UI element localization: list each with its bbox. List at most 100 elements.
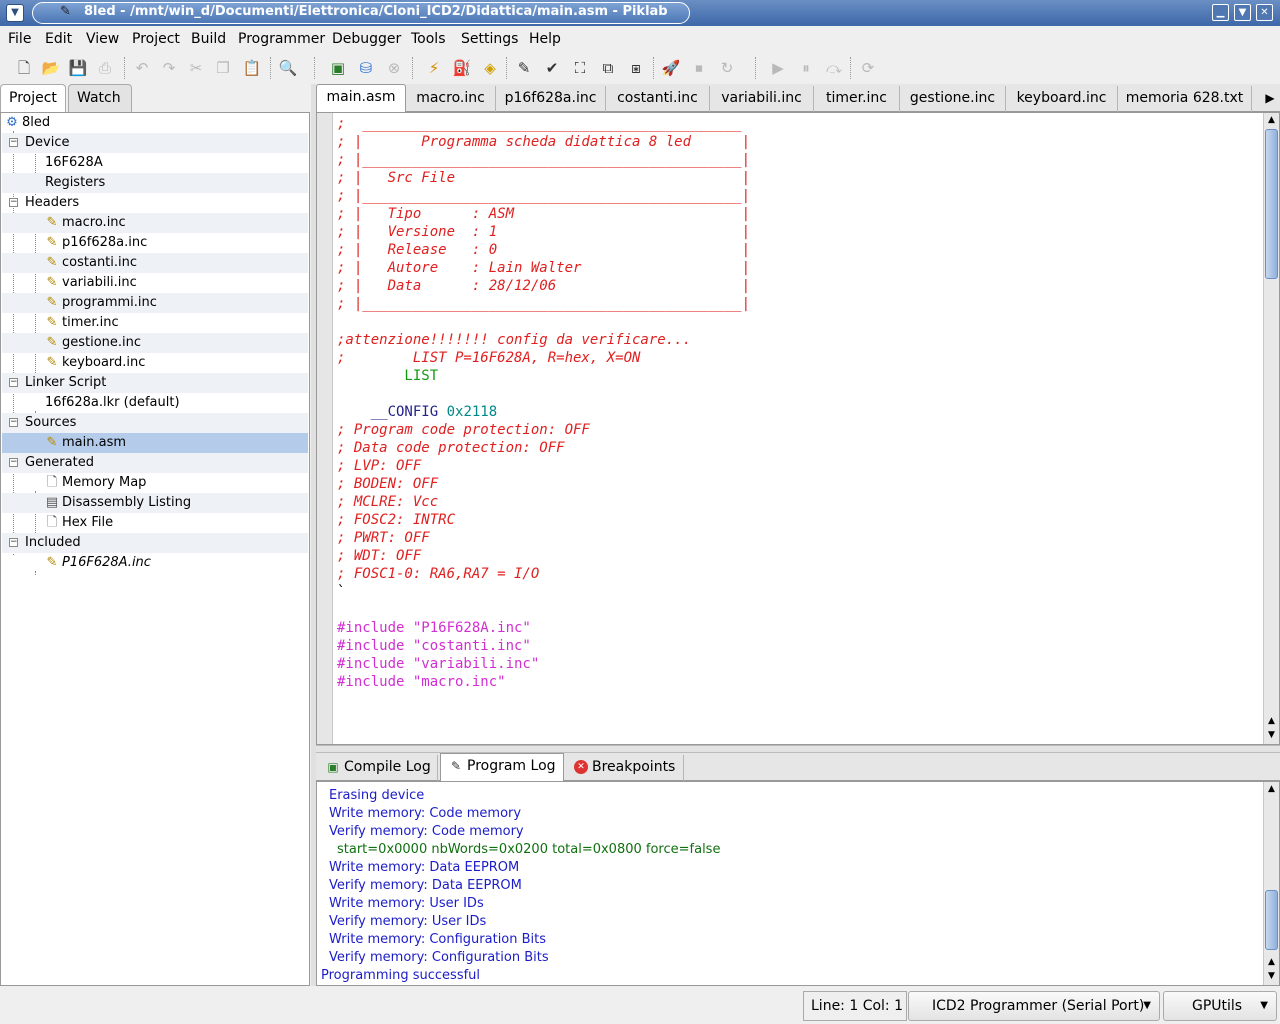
tree-item[interactable]: ✎ timer.inc [2, 313, 308, 333]
program-icon[interactable]: ✎ [512, 56, 536, 80]
menu-build[interactable]: Build [191, 31, 226, 47]
rocket-icon[interactable]: 🚀 [659, 56, 683, 80]
build-file-icon[interactable]: ▣ [326, 56, 350, 80]
cut-icon[interactable]: ✂ [184, 56, 208, 80]
print-icon[interactable]: ⎙ [93, 56, 117, 80]
scroll-down-icon[interactable]: ▼ [1264, 729, 1279, 742]
read-icon[interactable]: ⛶ [568, 56, 592, 80]
tree-item[interactable]: ✎ gestione.inc [2, 333, 308, 353]
scroll-up-icon[interactable]: ▲ [1264, 956, 1279, 969]
programmer-select[interactable]: ICD2 Programmer (Serial Port) ▼ [908, 991, 1160, 1021]
step-icon[interactable]: ⤼ [822, 56, 846, 80]
tree-item[interactable]: ✎ macro.inc [2, 213, 308, 233]
menu-tools[interactable]: Tools [411, 31, 446, 47]
chip-icon[interactable]: ⧉ [596, 56, 620, 80]
minimize-button[interactable]: ▁ [1212, 4, 1229, 21]
menu-edit[interactable]: Edit [45, 31, 72, 47]
tree-item[interactable]: 🗋 Memory Map [2, 473, 308, 493]
editor-scrollbar[interactable]: ▲ ▲ ▼ [1263, 113, 1279, 744]
save-icon[interactable]: 💾 [66, 56, 90, 80]
find-icon[interactable]: 🔍 [276, 56, 300, 80]
tree-item[interactable]: ⚙ 8led [2, 113, 308, 133]
paste-icon[interactable]: 📋 [240, 56, 264, 80]
code-area[interactable]: ; ______________________________________… [337, 115, 1257, 744]
tree-item[interactable]: ✎ p16f628a.inc [2, 233, 308, 253]
tab-project[interactable]: Project [0, 84, 66, 112]
collapse-icon[interactable]: − [9, 538, 18, 547]
tab-macro-inc[interactable]: macro.inc [406, 86, 496, 112]
toolchain-select[interactable]: GPUtils ▼ [1163, 991, 1277, 1021]
erase-icon[interactable]: ⛽ [450, 56, 474, 80]
tab-program-log[interactable]: ✎ Program Log [440, 753, 564, 782]
tree-item[interactable]: ▤ Disassembly Listing [2, 493, 308, 513]
collapse-icon[interactable]: − [9, 458, 18, 467]
log-scroll-thumb[interactable] [1265, 890, 1278, 950]
build-project-icon[interactable]: ⛁ [354, 56, 378, 80]
tab-memoria-628-txt[interactable]: memoria 628.txt [1118, 86, 1252, 112]
code-editor[interactable]: ; ______________________________________… [316, 112, 1280, 745]
menu-help[interactable]: Help [529, 31, 561, 47]
tab-compile-log[interactable]: ▣ Compile Log [318, 755, 438, 781]
run-icon[interactable]: ▶ [766, 56, 790, 80]
scroll-up-icon[interactable]: ▲ [1264, 783, 1279, 796]
menu-debugger[interactable]: Debugger [332, 31, 401, 47]
collapse-icon[interactable]: − [9, 138, 18, 147]
halt-icon[interactable]: ⏹ [687, 56, 711, 80]
undo-icon[interactable]: ↶ [130, 56, 154, 80]
window-menu-button[interactable]: ▼ [6, 4, 24, 22]
maximize-button[interactable]: ▼ [1234, 4, 1251, 21]
redo-icon[interactable]: ↷ [157, 56, 181, 80]
tab-scroll-right-icon[interactable]: ▶ [1262, 88, 1278, 108]
reset-icon[interactable]: ↻ [715, 56, 739, 80]
log-scrollbar[interactable]: ▲ ▲ ▼ [1263, 782, 1279, 985]
connect-icon[interactable]: ⚡ [422, 56, 446, 80]
menu-settings[interactable]: Settings [461, 31, 518, 47]
collapse-icon[interactable]: − [9, 198, 18, 207]
menu-project[interactable]: Project [132, 31, 180, 47]
close-button[interactable]: ✕ [1256, 4, 1273, 21]
tree-item[interactable]: ✎ programmi.inc [2, 293, 308, 313]
tree-item[interactable]: 16f628a.lkr (default) [2, 393, 308, 413]
scroll-up-icon[interactable]: ▲ [1264, 715, 1279, 728]
menu-view[interactable]: View [86, 31, 119, 47]
stop-icon[interactable]: ⊗ [382, 56, 406, 80]
tree-item[interactable]: − Generated [2, 453, 308, 473]
tree-item[interactable]: ✎ P16F628A.inc [2, 553, 308, 573]
horizontal-splitter[interactable] [316, 745, 1280, 753]
tree-item[interactable]: ✎ main.asm [2, 433, 308, 453]
tab-main-asm[interactable]: main.asm [316, 84, 406, 113]
tab-gestione-inc[interactable]: gestione.inc [900, 86, 1006, 112]
copy-icon[interactable]: ❐ [211, 56, 235, 80]
restart-icon[interactable]: ⟳ [856, 56, 880, 80]
menu-file[interactable]: File [8, 31, 31, 47]
pause-icon[interactable]: ⏸ [794, 56, 818, 80]
tree-item[interactable]: − Included [2, 533, 308, 553]
tree-item[interactable]: 16F628A [2, 153, 308, 173]
tree-item[interactable]: − Sources [2, 413, 308, 433]
collapse-icon[interactable]: − [9, 378, 18, 387]
collapse-icon[interactable]: − [9, 418, 18, 427]
new-file-icon[interactable]: 🗋 [12, 56, 36, 80]
tab-keyboard-inc[interactable]: keyboard.inc [1006, 86, 1118, 112]
editor-scroll-thumb[interactable] [1265, 129, 1278, 279]
tab-variabili-inc[interactable]: variabili.inc [710, 86, 814, 112]
tree-item[interactable]: − Headers [2, 193, 308, 213]
verify-icon[interactable]: ✔ [540, 56, 564, 80]
scroll-down-icon[interactable]: ▼ [1264, 970, 1279, 983]
tree-item[interactable]: ✎ variabili.inc [2, 273, 308, 293]
tree-item[interactable]: − Device [2, 133, 308, 153]
tree-item[interactable]: ✎ keyboard.inc [2, 353, 308, 373]
program-log[interactable]: Erasing device Write memory: Code memory V… [316, 781, 1280, 986]
blank-check-icon[interactable]: ◈ [478, 56, 502, 80]
tree-item[interactable]: 🗋 Hex File [2, 513, 308, 533]
open-file-icon[interactable]: 📂 [39, 56, 63, 80]
chip-run-icon[interactable]: ⧆ [624, 56, 648, 80]
tree-item[interactable]: − Linker Script [2, 373, 308, 393]
tree-item[interactable]: Registers [2, 173, 308, 193]
tab-watch[interactable]: Watch [68, 84, 132, 112]
scroll-up-icon[interactable]: ▲ [1264, 114, 1279, 127]
tab-breakpoints[interactable]: ✕ Breakpoints [566, 755, 684, 781]
tab-p16f628a-inc[interactable]: p16f628a.inc [496, 86, 606, 112]
tab-timer-inc[interactable]: timer.inc [814, 86, 900, 112]
tree-item[interactable]: ✎ costanti.inc [2, 253, 308, 273]
